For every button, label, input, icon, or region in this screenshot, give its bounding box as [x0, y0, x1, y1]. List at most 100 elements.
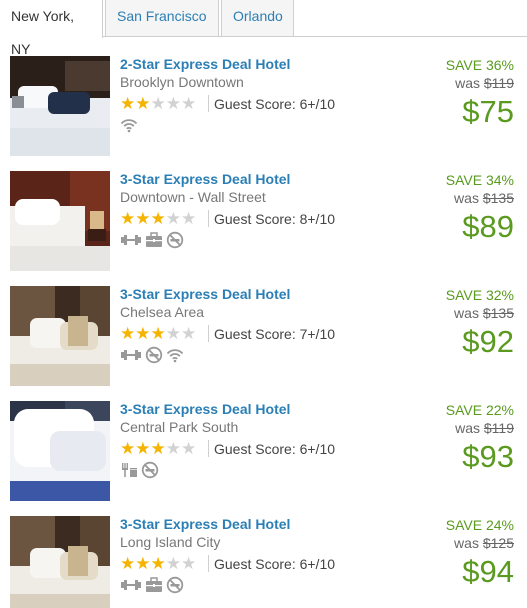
divider: [208, 95, 209, 112]
star-empty-icon: ★: [181, 94, 197, 113]
guest-score: Guest Score: 6+/10: [214, 96, 336, 112]
guest-score: Guest Score: 6+/10: [214, 556, 336, 572]
hotel-photo[interactable]: [10, 171, 110, 271]
amenity-icons: [120, 461, 162, 481]
star-filled-icon: ★: [150, 324, 166, 343]
guest-score: Guest Score: 7+/10: [214, 326, 336, 342]
was-label: was: [455, 75, 480, 91]
deal-price[interactable]: $75: [394, 94, 514, 130]
hotel-photo[interactable]: [10, 401, 110, 501]
divider: [208, 325, 209, 342]
deal-card[interactable]: 3-Star Express Deal Hotel Downtown - Wall…: [0, 171, 527, 286]
star-empty-icon: ★: [181, 439, 197, 458]
hotel-name-link[interactable]: 3-Star Express Deal Hotel: [120, 516, 420, 533]
star-empty-icon: ★: [181, 209, 197, 228]
tab-san-francisco[interactable]: San Francisco: [105, 0, 219, 37]
tab-orlando[interactable]: Orlando: [221, 0, 294, 37]
was-price-line: was $125: [394, 534, 514, 553]
star-empty-icon: ★: [165, 94, 181, 113]
deal-price[interactable]: $94: [394, 554, 514, 590]
amenity-icons: [120, 116, 141, 136]
hotel-area: Long Island City: [120, 534, 221, 550]
deal-price[interactable]: $93: [394, 439, 514, 475]
divider: [208, 210, 209, 227]
star-filled-icon: ★: [135, 94, 151, 113]
rating-line: ★★★★★ Guest Score: 8+/10: [120, 208, 420, 230]
tab-new-york[interactable]: New York, NY: [0, 0, 103, 57]
star-filled-icon: ★: [150, 209, 166, 228]
rating-line: ★★★★★ Guest Score: 6+/10: [120, 93, 420, 115]
wifi-icon: [120, 116, 138, 134]
city-tabs: New York, NY San Francisco Orlando: [0, 0, 527, 57]
price-box: SAVE 34% was $135 $89: [394, 171, 514, 245]
hotel-name-link[interactable]: 3-Star Express Deal Hotel: [120, 401, 420, 418]
star-filled-icon: ★: [135, 324, 151, 343]
was-price-line: was $119: [394, 419, 514, 438]
amenity-icons: [120, 576, 187, 596]
business-center-icon: [145, 576, 163, 594]
amenity-icons: [120, 231, 187, 251]
divider: [208, 440, 209, 457]
no-smoking-icon: [145, 346, 163, 364]
was-price-line: was $135: [394, 189, 514, 208]
business-center-icon: [145, 231, 163, 249]
deal-card[interactable]: 3-Star Express Deal Hotel Central Park So…: [0, 401, 527, 516]
hotel-photo[interactable]: [10, 516, 110, 608]
star-empty-icon: ★: [181, 554, 197, 573]
star-empty-icon: ★: [150, 94, 166, 113]
price-box: SAVE 24% was $125 $94: [394, 516, 514, 590]
save-percent: SAVE 32%: [445, 287, 514, 303]
deal-card[interactable]: 3-Star Express Deal Hotel Long Island Cit…: [0, 516, 527, 608]
star-filled-icon: ★: [135, 554, 151, 573]
rating-line: ★★★★★ Guest Score: 6+/10: [120, 553, 420, 575]
was-label: was: [455, 420, 480, 436]
hotel-photo[interactable]: [10, 286, 110, 386]
star-rating: ★★★★★: [120, 555, 196, 573]
save-percent: SAVE 34%: [445, 172, 514, 188]
deal-info: 3-Star Express Deal Hotel Central Park So…: [120, 401, 420, 479]
divider: [208, 555, 209, 572]
star-empty-icon: ★: [165, 554, 181, 573]
was-label: was: [454, 190, 479, 206]
hotel-area: Downtown - Wall Street: [120, 189, 266, 205]
save-percent: SAVE 36%: [445, 57, 514, 73]
was-label: was: [454, 535, 479, 551]
deal-price[interactable]: $89: [394, 209, 514, 245]
fitness-icon: [120, 231, 142, 249]
star-filled-icon: ★: [120, 324, 136, 343]
deal-card[interactable]: 3-Star Express Deal Hotel Chelsea Area ★★★…: [0, 286, 527, 401]
star-rating: ★★★★★: [120, 210, 196, 228]
star-rating: ★★★★★: [120, 440, 196, 458]
original-price: $119: [483, 420, 514, 436]
no-smoking-icon: [141, 461, 159, 479]
save-percent: SAVE 24%: [445, 517, 514, 533]
deal-card[interactable]: 2-Star Express Deal Hotel Brooklyn Downto…: [0, 56, 527, 171]
star-filled-icon: ★: [120, 554, 136, 573]
hotel-area: Central Park South: [120, 419, 239, 435]
hotel-name-link[interactable]: 3-Star Express Deal Hotel: [120, 286, 420, 303]
fitness-icon: [120, 576, 142, 594]
hotel-name-link[interactable]: 2-Star Express Deal Hotel: [120, 56, 420, 73]
save-percent: SAVE 22%: [445, 402, 514, 418]
star-filled-icon: ★: [150, 439, 166, 458]
star-filled-icon: ★: [120, 439, 136, 458]
hotel-name-link[interactable]: 3-Star Express Deal Hotel: [120, 171, 420, 188]
fitness-icon: [120, 346, 142, 364]
hotel-area: Chelsea Area: [120, 304, 205, 320]
was-price-line: was $135: [394, 304, 514, 323]
guest-score: Guest Score: 6+/10: [214, 441, 336, 457]
original-price: $119: [483, 75, 514, 91]
original-price: $135: [482, 190, 514, 206]
price-box: SAVE 22% was $119 $93: [394, 401, 514, 475]
deal-price[interactable]: $92: [394, 324, 514, 360]
no-smoking-icon: [166, 231, 184, 249]
star-empty-icon: ★: [165, 209, 181, 228]
was-price-line: was $119: [394, 74, 514, 93]
wifi-icon: [166, 346, 184, 364]
rating-line: ★★★★★ Guest Score: 7+/10: [120, 323, 420, 345]
hotel-photo[interactable]: [10, 56, 110, 156]
price-box: SAVE 36% was $119 $75: [394, 56, 514, 130]
no-smoking-icon: [166, 576, 184, 594]
was-label: was: [454, 305, 479, 321]
deal-info: 3-Star Express Deal Hotel Long Island Cit…: [120, 516, 420, 594]
